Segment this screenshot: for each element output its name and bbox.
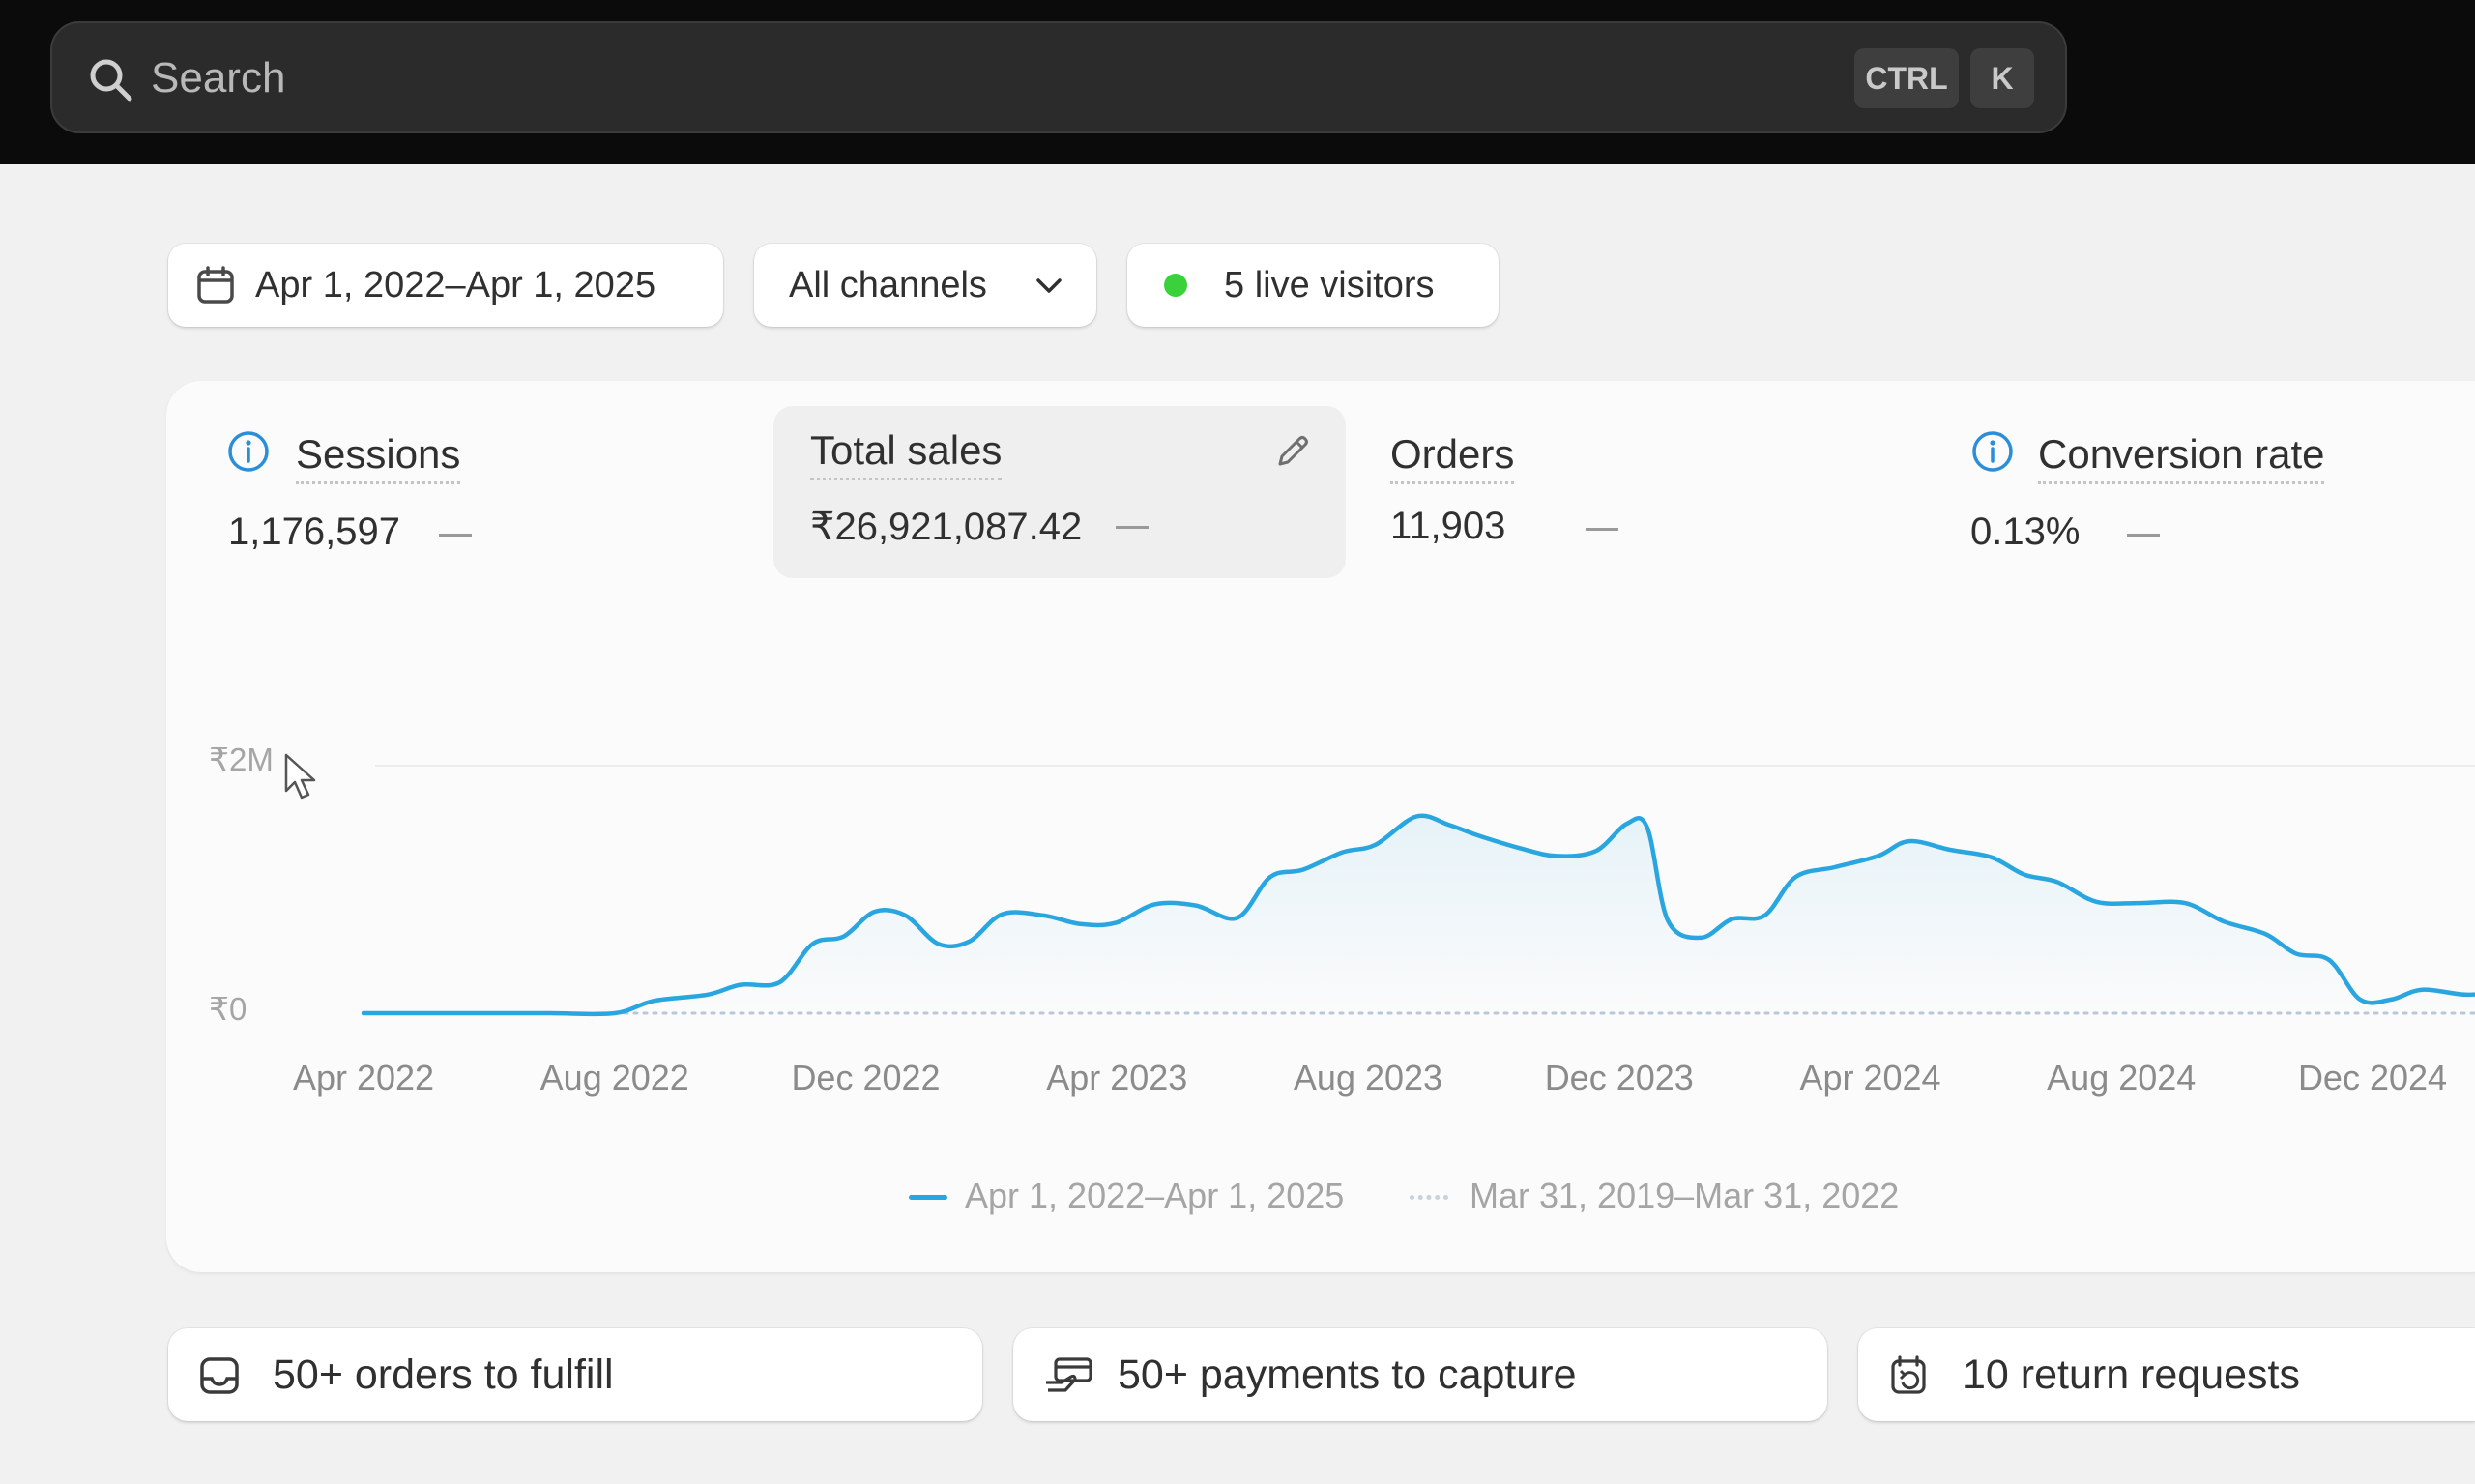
orders-to-fulfill-card[interactable]: 50+ orders to fulfill (168, 1328, 982, 1421)
return-icon (1891, 1355, 1926, 1394)
legend-comparison-swatch (1410, 1195, 1448, 1200)
search-placeholder: Search (151, 54, 286, 102)
x-tick-label: Dec 2023 (1544, 1058, 1694, 1097)
y-tick-label: ₹2M (209, 742, 274, 777)
payment-icon (1046, 1357, 1092, 1392)
task-label: 50+ payments to capture (1118, 1352, 1577, 1398)
live-visitors-label: 5 live visitors (1224, 265, 1435, 306)
search-icon (90, 59, 132, 102)
live-visitors-button[interactable]: 5 live visitors (1127, 244, 1499, 327)
analytics-card: Sessions 1,176,597 Total sales ₹26,921,0… (166, 381, 2475, 1272)
x-tick-label: Aug 2022 (539, 1058, 689, 1097)
task-label: 50+ orders to fulfill (273, 1352, 614, 1398)
legend-current-label: Apr 1, 2022–Apr 1, 2025 (965, 1176, 1345, 1215)
shortcut-key-ctrl: CTRL (1854, 48, 1959, 108)
x-tick-label: Aug 2023 (1293, 1058, 1443, 1097)
sales-series-area (364, 815, 2475, 1014)
x-tick-label: Dec 2022 (791, 1058, 941, 1097)
sales-line-chart (361, 765, 2475, 1017)
live-status-dot (1164, 274, 1187, 297)
x-tick-label: Apr 2024 (1799, 1058, 1941, 1097)
search-bar[interactable]: Search CTRL K (50, 21, 2067, 133)
chevron-down-icon (1036, 278, 1062, 293)
channel-dropdown[interactable]: All channels (754, 244, 1096, 327)
shortcut-key-k: K (1970, 48, 2034, 108)
x-tick-label: Apr 2023 (1046, 1058, 1188, 1097)
inbox-icon (200, 1357, 239, 1394)
date-range-label: Apr 1, 2022–Apr 1, 2025 (255, 265, 656, 306)
x-tick-label: Aug 2024 (2047, 1058, 2197, 1097)
x-tick-label: Dec 2024 (2297, 1058, 2448, 1097)
channel-label: All channels (789, 265, 987, 306)
y-tick-label: ₹0 (209, 991, 248, 1027)
calendar-icon (197, 266, 234, 304)
task-label: 10 return requests (1963, 1352, 2300, 1398)
mouse-cursor-icon (284, 753, 316, 800)
top-bar: Search CTRL K (0, 0, 2475, 164)
legend-current-swatch (909, 1195, 947, 1200)
return-requests-card[interactable]: 10 return requests (1858, 1328, 2475, 1421)
payments-to-capture-card[interactable]: 50+ payments to capture (1013, 1328, 1827, 1421)
legend-comparison-label: Mar 31, 2019–Mar 31, 2022 (1470, 1176, 1900, 1215)
date-range-button[interactable]: Apr 1, 2022–Apr 1, 2025 (168, 244, 723, 327)
x-tick-label: Apr 2022 (292, 1058, 435, 1097)
